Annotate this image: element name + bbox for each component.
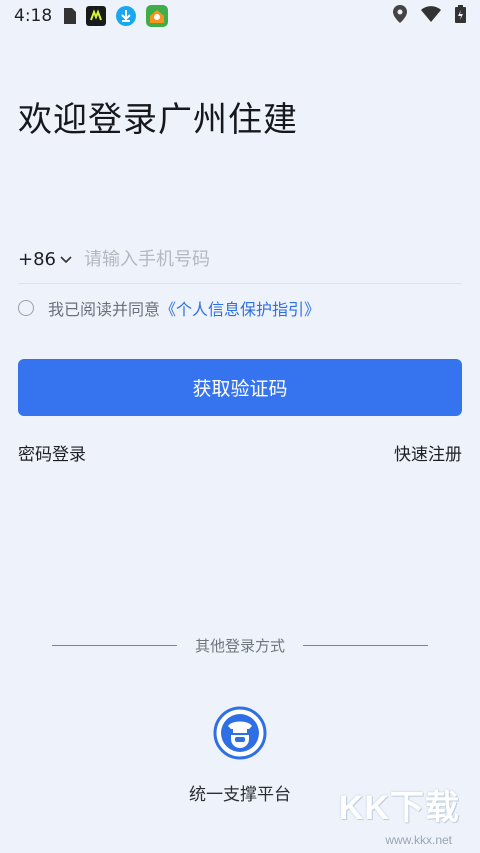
sim-card-icon xyxy=(64,8,77,24)
page-title: 欢迎登录广州住建 xyxy=(18,100,298,140)
country-code-selector[interactable]: +86 xyxy=(18,249,72,270)
status-time: 4:18 xyxy=(14,6,53,26)
get-verification-code-button[interactable]: 获取验证码 xyxy=(18,359,462,416)
privacy-policy-link[interactable]: 《个人信息保护指引》 xyxy=(160,296,320,320)
divider-line-right xyxy=(303,644,429,646)
country-code-value: +86 xyxy=(18,249,56,270)
unified-platform-login-icon[interactable] xyxy=(213,706,267,760)
phone-input[interactable] xyxy=(84,249,462,270)
status-bar: 4:18 xyxy=(0,0,480,32)
other-login-divider: 其他登录方式 xyxy=(52,634,429,656)
agreement-radio[interactable] xyxy=(18,300,34,316)
agreement-text: 我已阅读并同意 xyxy=(48,300,161,319)
agreement-row: 我已阅读并同意 《个人信息保护指引》 xyxy=(18,296,320,320)
divider-line-left xyxy=(52,644,177,646)
watermark-logo: KK下载 xyxy=(338,789,460,827)
battery-icon xyxy=(455,5,466,27)
chevron-down-icon xyxy=(60,255,72,264)
location-icon xyxy=(393,5,407,27)
password-login-link[interactable]: 密码登录 xyxy=(18,440,86,465)
download-icon xyxy=(116,6,137,26)
watermark-url: www.kkx.net xyxy=(385,833,452,847)
quick-register-link[interactable]: 快速注册 xyxy=(394,440,462,465)
app-icon xyxy=(86,6,107,26)
wifi-icon xyxy=(421,6,441,26)
divider-text: 其他登录方式 xyxy=(195,636,286,655)
home-app-icon xyxy=(146,5,169,27)
phone-input-row: +86 xyxy=(18,236,462,284)
